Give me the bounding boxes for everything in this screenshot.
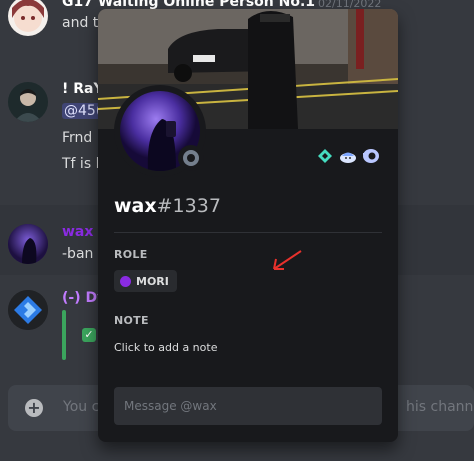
message-author[interactable]: wax — [62, 224, 93, 240]
role-pill[interactable]: MORI — [114, 270, 177, 292]
checkmark-icon: ✓ — [82, 328, 96, 342]
add-note-field[interactable]: Click to add a note — [114, 341, 217, 354]
profile-username: wax#1337 — [114, 195, 221, 217]
chat-input-placeholder-tail: his channel. — [406, 399, 474, 415]
chat-input-placeholder: You c — [63, 399, 100, 415]
message-text: Frnd r — [62, 130, 103, 146]
user-profile-popout: wax#1337 ROLE MORI NOTE Click to add a n… — [98, 9, 398, 442]
hypesquad-icon[interactable] — [316, 147, 334, 165]
nitro-icon[interactable] — [362, 147, 380, 165]
message-text: and t — [62, 15, 99, 31]
avatar[interactable] — [8, 82, 48, 122]
avatar[interactable] — [8, 290, 48, 330]
username-text: wax — [114, 195, 157, 217]
note-section-label: NOTE — [114, 314, 149, 327]
add-attachment-icon[interactable]: + — [25, 399, 43, 417]
message-text: -ban — [62, 246, 94, 262]
status-offline-icon — [178, 145, 204, 171]
role-name: MORI — [136, 274, 169, 288]
red-arrow-annotation — [273, 250, 302, 270]
message-text: Tf is l — [62, 156, 100, 172]
role-section-label: ROLE — [114, 248, 148, 261]
avatar[interactable] — [8, 0, 48, 36]
early-supporter-icon[interactable] — [338, 147, 356, 165]
role-color-dot — [120, 275, 131, 287]
message-user-input[interactable] — [114, 387, 382, 425]
embed-bar — [62, 310, 66, 360]
profile-avatar[interactable] — [114, 85, 206, 177]
divider — [114, 232, 382, 233]
discriminator: #1337 — [156, 195, 221, 217]
avatar[interactable] — [8, 224, 48, 264]
